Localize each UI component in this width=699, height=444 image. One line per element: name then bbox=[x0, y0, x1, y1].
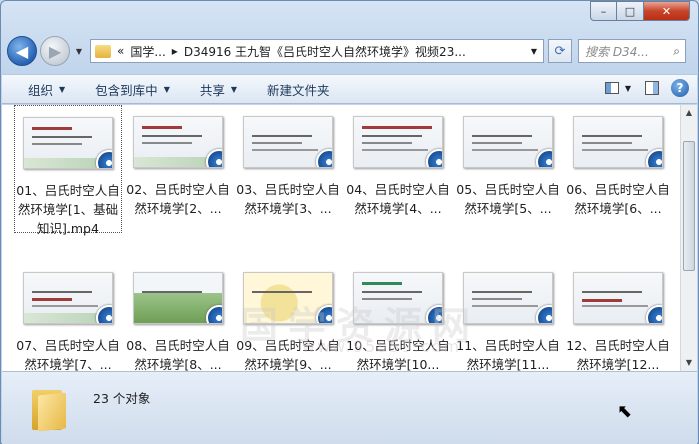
file-name: 03、吕氏时空人自然环境学[3、... bbox=[236, 182, 340, 216]
file-name: 02、吕氏时空人自然环境学[2、... bbox=[126, 182, 230, 216]
file-item[interactable]: 02、吕氏时空人自然环境学[2、... bbox=[124, 105, 232, 218]
file-item[interactable]: 06、吕氏时空人自然环境学[6、... bbox=[564, 105, 672, 218]
address-dropdown-icon[interactable]: ▼ bbox=[531, 47, 537, 56]
include-library-label: 包含到库中 bbox=[95, 82, 158, 98]
folder-icon bbox=[32, 386, 66, 432]
file-item[interactable]: 04、吕氏时空人自然环境学[4、... bbox=[344, 105, 452, 218]
address-bar[interactable]: « 国学... ▸ D34916 王九智《吕氏时空人自然环境学》视频23... … bbox=[90, 39, 544, 63]
media-player-icon bbox=[316, 149, 332, 167]
view-options-dropdown[interactable]: ▼ bbox=[625, 84, 631, 93]
file-name: 10、吕氏时空人自然环境学[10... bbox=[346, 338, 450, 371]
explorer-window: – □ ✕ ◀ ▶ ▼ « 国学... ▸ D34916 王九智《吕氏时空人自然… bbox=[0, 0, 699, 444]
minimize-button[interactable]: – bbox=[590, 1, 617, 21]
address-prefix[interactable]: « bbox=[117, 44, 124, 58]
video-thumbnail bbox=[463, 116, 553, 168]
caption-buttons: – □ ✕ bbox=[590, 1, 690, 21]
file-item[interactable]: 03、吕氏时空人自然环境学[3、... bbox=[234, 105, 342, 218]
media-player-icon bbox=[206, 305, 222, 323]
media-player-icon bbox=[96, 150, 112, 168]
chevron-down-icon: ▼ bbox=[163, 84, 170, 94]
item-count: 23 个对象 bbox=[93, 391, 151, 406]
breadcrumb-guoxue[interactable]: 国学... bbox=[130, 43, 165, 60]
file-list[interactable]: 01、吕氏时空人自然环境学[1、基础知识].mp4 02、吕氏时空人自然环境学[… bbox=[2, 105, 680, 371]
help-icon[interactable]: ? bbox=[671, 79, 689, 97]
details-pane: 23 个对象 bbox=[2, 371, 697, 444]
change-view-icon[interactable] bbox=[604, 82, 619, 94]
file-name: 01、吕氏时空人自然环境学[1、基础知识].mp4 bbox=[16, 183, 120, 236]
new-folder-button[interactable]: 新建文件夹 bbox=[267, 80, 330, 99]
file-item[interactable]: 05、吕氏时空人自然环境学[5、... bbox=[454, 105, 562, 218]
recent-pages-dropdown[interactable]: ▼ bbox=[72, 47, 86, 56]
media-player-icon bbox=[536, 149, 552, 167]
media-player-icon bbox=[646, 149, 662, 167]
search-icon[interactable]: ⌕ bbox=[673, 44, 680, 59]
media-player-icon bbox=[426, 149, 442, 167]
close-button[interactable]: ✕ bbox=[644, 1, 690, 21]
search-placeholder: 搜索 D34... bbox=[585, 44, 649, 59]
organize-label: 组织 bbox=[28, 82, 54, 98]
file-item[interactable]: 09、吕氏时空人自然环境学[9、... bbox=[234, 261, 342, 371]
vertical-scrollbar[interactable]: ▲ ▼ bbox=[680, 105, 697, 371]
view-controls: ▼ ? bbox=[604, 79, 689, 97]
file-item[interactable]: 12、吕氏时空人自然环境学[12... bbox=[564, 261, 672, 371]
video-thumbnail bbox=[353, 272, 443, 324]
video-thumbnail bbox=[573, 116, 663, 168]
video-thumbnail bbox=[243, 272, 333, 324]
include-in-library-menu[interactable]: 包含到库中 ▼ bbox=[95, 80, 170, 99]
video-thumbnail bbox=[23, 117, 113, 169]
new-folder-label: 新建文件夹 bbox=[267, 82, 330, 98]
organize-menu[interactable]: 组织 ▼ bbox=[28, 80, 65, 99]
refresh-button[interactable]: ⟳ bbox=[548, 39, 572, 63]
navigation-bar: ◀ ▶ ▼ « 国学... ▸ D34916 王九智《吕氏时空人自然环境学》视频… bbox=[7, 33, 692, 69]
file-name: 07、吕氏时空人自然环境学[7、... bbox=[16, 338, 120, 371]
search-input[interactable]: 搜索 D34... ⌕ bbox=[578, 39, 686, 63]
forward-button[interactable]: ▶ bbox=[40, 36, 70, 66]
video-thumbnail bbox=[353, 116, 443, 168]
chevron-down-icon: ▼ bbox=[230, 84, 238, 94]
video-thumbnail bbox=[133, 116, 223, 168]
media-player-icon bbox=[316, 305, 332, 323]
share-label: 共享 bbox=[199, 82, 225, 98]
file-item[interactable]: 08、吕氏时空人自然环境学[8、... bbox=[124, 261, 232, 371]
scroll-up-arrow[interactable]: ▲ bbox=[681, 105, 697, 121]
breadcrumb-separator-icon[interactable]: ▸ bbox=[172, 44, 178, 58]
file-item[interactable]: 10、吕氏时空人自然环境学[10... bbox=[344, 261, 452, 371]
share-menu[interactable]: 共享 ▼ bbox=[200, 80, 237, 99]
chevron-down-icon: ▼ bbox=[59, 84, 66, 94]
file-name: 05、吕氏时空人自然环境学[5、... bbox=[456, 182, 560, 216]
file-name: 04、吕氏时空人自然环境学[4、... bbox=[346, 182, 450, 216]
breadcrumb-current-folder[interactable]: D34916 王九智《吕氏时空人自然环境学》视频23... bbox=[184, 43, 466, 60]
file-name: 08、吕氏时空人自然环境学[8、... bbox=[126, 338, 230, 371]
command-bar: 组织 ▼ 包含到库中 ▼ 共享 ▼ 新建文件夹 ▼ ? bbox=[2, 74, 697, 104]
file-name: 06、吕氏时空人自然环境学[6、... bbox=[566, 182, 670, 216]
video-thumbnail bbox=[133, 272, 223, 324]
folder-icon bbox=[95, 44, 111, 58]
video-thumbnail bbox=[23, 272, 113, 324]
file-item[interactable]: 11、吕氏时空人自然环境学[11... bbox=[454, 261, 562, 371]
file-name: 09、吕氏时空人自然环境学[9、... bbox=[236, 338, 340, 371]
media-player-icon bbox=[426, 305, 442, 323]
mouse-cursor-icon: ⬉ bbox=[617, 401, 633, 422]
video-thumbnail bbox=[463, 272, 553, 324]
file-name: 11、吕氏时空人自然环境学[11... bbox=[456, 338, 560, 371]
file-name: 12、吕氏时空人自然环境学[12... bbox=[566, 338, 670, 371]
file-item[interactable]: 01、吕氏时空人自然环境学[1、基础知识].mp4 bbox=[14, 105, 122, 236]
maximize-button[interactable]: □ bbox=[617, 1, 644, 21]
media-player-icon bbox=[536, 305, 552, 323]
media-player-icon bbox=[206, 149, 222, 167]
scroll-down-arrow[interactable]: ▼ bbox=[681, 355, 697, 371]
file-item[interactable]: 07、吕氏时空人自然环境学[7、... bbox=[14, 261, 122, 371]
media-player-icon bbox=[646, 305, 662, 323]
preview-pane-icon[interactable] bbox=[645, 81, 659, 95]
media-player-icon bbox=[96, 305, 112, 323]
scroll-thumb[interactable] bbox=[683, 141, 695, 271]
back-button[interactable]: ◀ bbox=[7, 36, 37, 66]
video-thumbnail bbox=[573, 272, 663, 324]
video-thumbnail bbox=[243, 116, 333, 168]
